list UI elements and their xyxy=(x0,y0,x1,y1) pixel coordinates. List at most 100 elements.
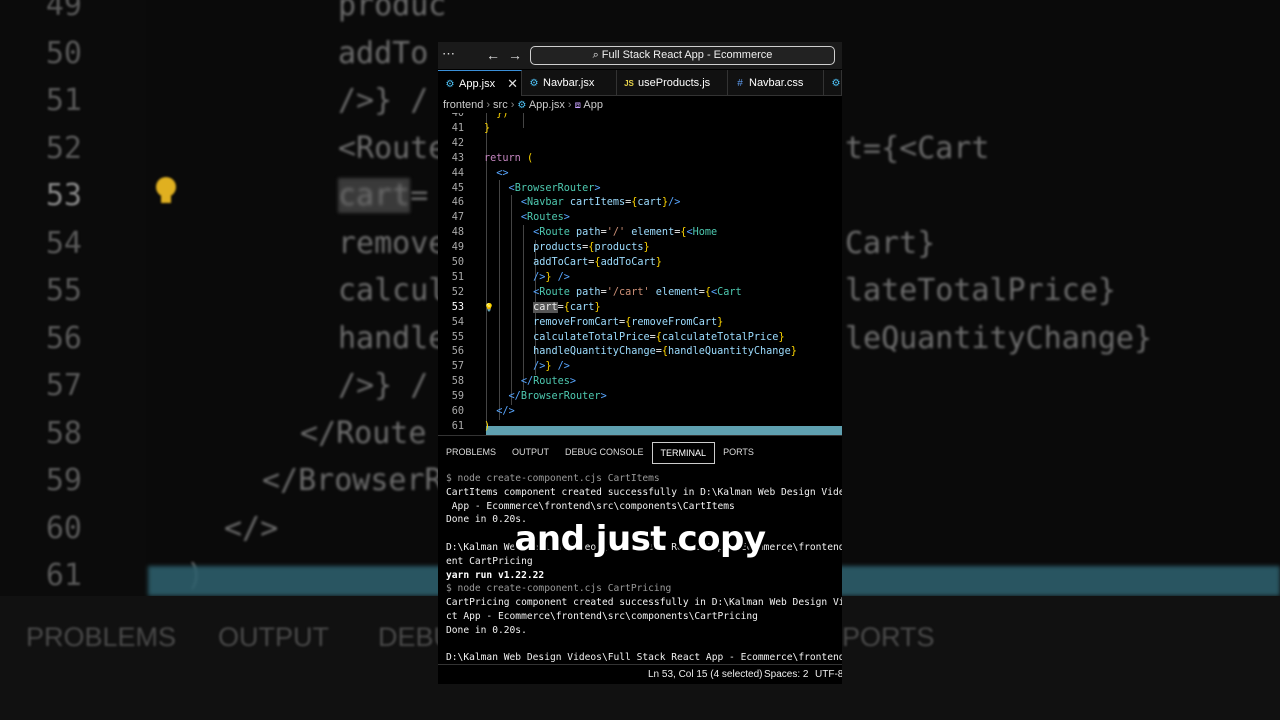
tab-label: useProducts.js xyxy=(638,77,711,89)
background-code-text: = xyxy=(410,178,429,213)
line-number: 53 xyxy=(451,301,464,313)
react-icon: ⚙ xyxy=(445,79,455,90)
terminal-line-text: ct App - Ecommerce\frontend\src\componen… xyxy=(446,610,758,622)
code-editor[interactable]: 40 }) 41} 42 43 return (44 <> 45 <BrowserRout… xyxy=(438,113,842,435)
line-number: 48 xyxy=(451,227,464,239)
editor-tabs: ⚙ App.jsx ✕ ⚙ Navbar.jsx JS useProducts.js … xyxy=(438,70,842,96)
background-panel-tab: PORTS xyxy=(842,622,935,652)
line-number: 46 xyxy=(451,197,464,209)
code-text: removeFromCart={removeFromCart} xyxy=(533,316,724,328)
code-text: </BrowserRouter> xyxy=(508,391,607,403)
terminal-line: App - Ecommerce\frontend\src\components\… xyxy=(446,500,842,514)
chevron-right-icon: › xyxy=(486,99,491,111)
terminal-line-text: CartItems component created successfully… xyxy=(446,486,842,498)
background-line-number: 55 xyxy=(45,273,82,308)
tab-ports[interactable]: PORTS xyxy=(715,441,762,463)
breadcrumb-item[interactable]: src xyxy=(493,99,508,111)
tab-navbar-css[interactable]: # Navbar.css xyxy=(728,70,824,96)
code-text: <> xyxy=(496,167,509,179)
background-selection: cart xyxy=(338,178,411,213)
terminal-output[interactable]: $ node create-component.cjs CartItems Car… xyxy=(446,472,842,665)
tab-problems[interactable]: PROBLEMS xyxy=(438,441,504,463)
tab-terminal[interactable]: TERMINAL xyxy=(651,442,716,464)
code-line: 47 <Routes> xyxy=(438,210,842,225)
tab-app-jsx[interactable]: ⚙ App.jsx ✕ xyxy=(438,70,522,96)
code-line: 60 </> xyxy=(438,404,842,419)
code-text: ) xyxy=(484,420,491,432)
background-line-number: 57 xyxy=(45,368,82,403)
code-line: 54 removeFromCart={removeFromCart} xyxy=(438,315,842,330)
background-line-number: 61 xyxy=(45,558,82,593)
line-number: 41 xyxy=(451,122,464,134)
background-code-fragment: lateTotalPrice} xyxy=(845,273,1116,308)
title-bar: ⋯ ← → ⌕ Full Stack React App - Ecommerce xyxy=(438,42,842,69)
terminal-line: Done in 0.20s. xyxy=(446,624,842,638)
background-code-fragment: calcul xyxy=(338,273,447,308)
terminal-line: $ node create-component.cjs CartItems xyxy=(446,472,842,486)
forward-arrow-icon[interactable]: → xyxy=(508,47,522,63)
line-number: 42 xyxy=(451,137,464,149)
background-code-fragment: handle xyxy=(338,320,447,356)
cursor-position[interactable]: Ln 53, Col 15 (4 selected) xyxy=(648,665,763,684)
search-icon: ⌕ xyxy=(592,49,599,61)
react-icon: ⚙ xyxy=(517,100,527,111)
code-text: </Routes> xyxy=(520,376,577,388)
background-line-number: 51 xyxy=(45,83,82,118)
code-line: 51 />} /> xyxy=(438,270,842,285)
react-icon: ⚙ xyxy=(529,78,539,89)
code-line: 43 return ( xyxy=(438,151,842,166)
close-tab-icon[interactable]: ✕ xyxy=(507,71,518,96)
line-number: 51 xyxy=(451,271,464,283)
background-code-fragment: <Route xyxy=(338,130,447,166)
code-line: 59 </BrowserRouter> xyxy=(438,389,842,404)
line-number: 44 xyxy=(451,167,464,179)
code-text: }) xyxy=(496,113,509,119)
background-code-fragment: t={<Cart xyxy=(845,130,990,166)
code-line: 49 products={products} xyxy=(438,240,842,255)
js-icon: JS xyxy=(624,79,634,88)
terminal-line-text: App - Ecommerce\frontend\src\components\… xyxy=(446,500,735,512)
tab-debug-console[interactable]: DEBUG CONSOLE xyxy=(557,441,652,463)
indentation-setting[interactable]: Spaces: 2 xyxy=(764,665,808,684)
background-line-number: 50 xyxy=(45,35,82,71)
css-hash-icon: # xyxy=(737,78,743,89)
back-arrow-icon[interactable]: ← xyxy=(486,47,500,63)
breadcrumb-item[interactable]: App xyxy=(583,99,603,111)
code-text: />} /> xyxy=(533,361,570,373)
code-text: return ( xyxy=(484,152,534,164)
panel-tabs: PROBLEMS OUTPUT DEBUG CONSOLE TERMINAL P… xyxy=(438,441,762,465)
more-actions-icon[interactable]: ⋯ xyxy=(442,46,456,62)
encoding[interactable]: UTF-8 xyxy=(815,665,842,684)
tab-label: Navbar.css xyxy=(749,77,804,89)
code-line: 57 />} /> xyxy=(438,359,842,374)
background-lightbulb-icon xyxy=(156,177,176,203)
background-panel-tab: OUTPUT xyxy=(218,622,329,652)
code-line: 40 }) xyxy=(438,113,842,121)
code-line: 44 <> xyxy=(438,166,842,181)
background-code-fragment: produc xyxy=(338,0,447,23)
video-caption: and just copy xyxy=(514,519,766,559)
code-text: handleQuantityChange={handleQuantityChan… xyxy=(533,346,797,358)
line-number: 43 xyxy=(451,152,464,164)
chevron-right-icon: › xyxy=(510,99,515,111)
tab-overflow[interactable]: ⚙ xyxy=(824,70,842,96)
breadcrumb-item[interactable]: frontend xyxy=(443,99,483,111)
line-number: 45 xyxy=(451,182,464,194)
tab-output[interactable]: OUTPUT xyxy=(504,441,557,463)
breadcrumb-item[interactable]: App.jsx xyxy=(529,99,565,111)
code-line: 💡 53 cart={cart} xyxy=(438,300,842,315)
line-number: 47 xyxy=(451,212,464,224)
tab-navbar-jsx[interactable]: ⚙ Navbar.jsx xyxy=(522,70,617,96)
command-center-search[interactable]: ⌕ Full Stack React App - Ecommerce xyxy=(530,46,835,65)
code-line: 46 <Navbar cartItems={cart}/> xyxy=(438,195,842,210)
line-number: 57 xyxy=(451,361,464,373)
status-bar: Ln 53, Col 15 (4 selected) Spaces: 2 UTF… xyxy=(438,664,842,684)
background-code-fragment: leQuantityChange} xyxy=(845,320,1153,356)
code-text: />} /> xyxy=(533,271,570,283)
tab-useproducts-js[interactable]: JS useProducts.js xyxy=(617,70,728,96)
background-code-fragment: </BrowserR xyxy=(262,463,443,498)
code-line: 50 addToCart={addToCart} xyxy=(438,255,842,270)
background-panel-tab: PROBLEMS xyxy=(26,622,177,652)
tab-label: Navbar.jsx xyxy=(543,77,595,89)
